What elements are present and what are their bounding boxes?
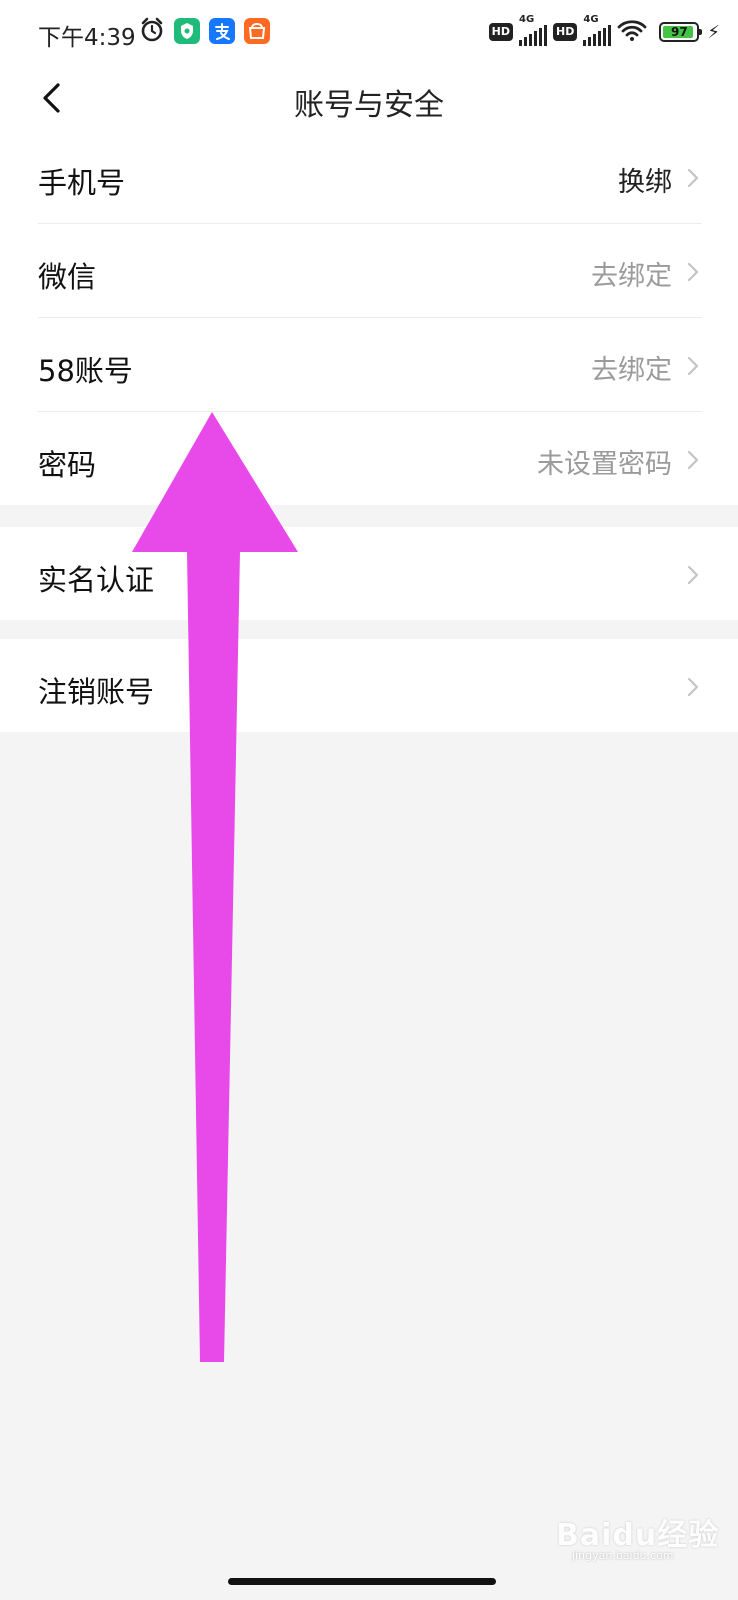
chevron-right-icon bbox=[687, 565, 699, 585]
status-time: 下午4:39 bbox=[38, 25, 136, 51]
wechat-row[interactable]: 微信 去绑定 bbox=[38, 224, 702, 318]
phone-number-row[interactable]: 手机号 换绑 bbox=[38, 130, 702, 224]
status-indicators: HD 4G HD 4G 97 ⚡ bbox=[488, 14, 720, 48]
hd-badge: HD bbox=[488, 23, 514, 41]
bind-wechat-link[interactable]: 去绑定 bbox=[591, 254, 672, 293]
chevron-right-icon bbox=[687, 168, 699, 188]
baidu-watermark: Baidu经验 bbox=[556, 1518, 720, 1553]
page-title: 账号与安全 bbox=[294, 88, 444, 123]
taobao-app-icon bbox=[244, 18, 270, 44]
bind-58-account-link[interactable]: 去绑定 bbox=[591, 348, 672, 387]
nav-bar: 账号与安全 bbox=[0, 66, 738, 130]
password-row[interactable]: 密码 未设置密码 bbox=[38, 412, 702, 505]
signal-icon: 4G bbox=[519, 14, 548, 46]
charging-icon: ⚡ bbox=[707, 21, 720, 43]
watermark-url: jingyan.baidu.com bbox=[572, 1549, 674, 1562]
real-name-verification-row[interactable]: 实名认证 bbox=[38, 527, 702, 620]
rebind-phone-link[interactable]: 换绑 bbox=[618, 160, 672, 199]
chevron-right-icon bbox=[687, 262, 699, 282]
shield-app-icon bbox=[174, 18, 200, 44]
hd-badge: HD bbox=[553, 23, 578, 41]
58-account-row[interactable]: 58账号 去绑定 bbox=[38, 318, 702, 412]
row-label: 实名认证 bbox=[38, 563, 155, 597]
row-label: 微信 bbox=[38, 260, 97, 294]
network-label: 4G bbox=[519, 14, 535, 25]
chevron-right-icon bbox=[687, 356, 699, 376]
chevron-right-icon bbox=[687, 450, 699, 470]
row-label: 密码 bbox=[38, 448, 97, 482]
network-label: 4G bbox=[583, 14, 599, 25]
battery-icon: 97 bbox=[659, 22, 703, 42]
row-label: 注销账号 bbox=[38, 675, 155, 709]
battery-level: 97 bbox=[671, 25, 688, 39]
wifi-icon bbox=[617, 18, 647, 46]
alipay-app-icon bbox=[209, 18, 235, 44]
password-status: 未设置密码 bbox=[537, 449, 672, 480]
home-indicator[interactable] bbox=[228, 1578, 496, 1585]
verification-section: 实名认证 bbox=[0, 527, 738, 620]
account-binding-section: 手机号 换绑 微信 去绑定 58账号 去绑定 密码 未设置密码 bbox=[0, 130, 738, 505]
alarm-icon bbox=[140, 17, 164, 47]
status-bar: 下午4:39 HD 4G HD 4G 97 ⚡ bbox=[0, 0, 738, 66]
signal-icon: 4G bbox=[583, 14, 612, 46]
row-label: 手机号 bbox=[38, 166, 126, 200]
account-deletion-section: 注销账号 bbox=[0, 639, 738, 732]
row-label: 58账号 bbox=[38, 354, 133, 388]
delete-account-row[interactable]: 注销账号 bbox=[38, 639, 702, 732]
chevron-right-icon bbox=[687, 677, 699, 697]
